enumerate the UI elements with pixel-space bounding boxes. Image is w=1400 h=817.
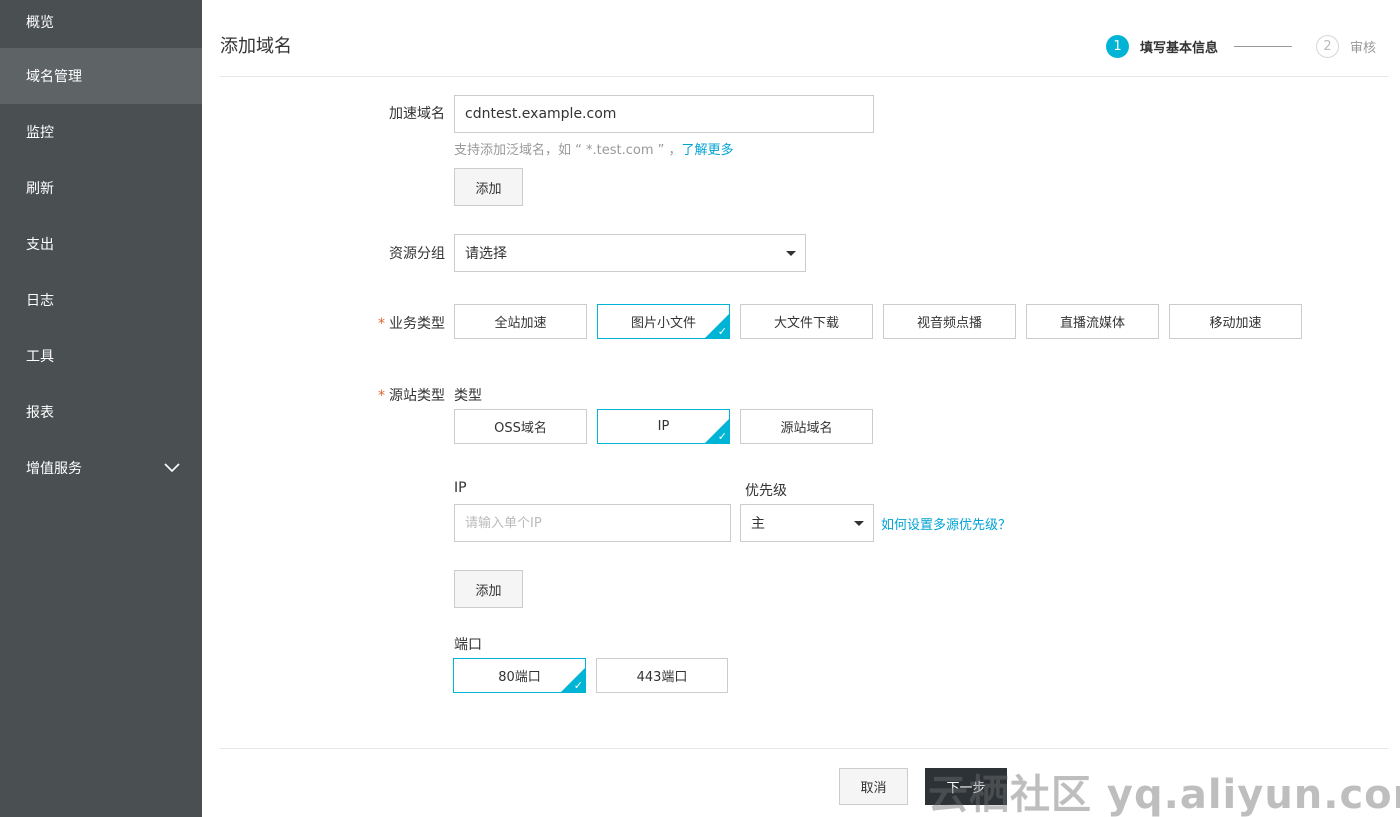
port-option-80[interactable]: 80端口 ✓ [453,658,586,693]
sidebar-item-reports[interactable]: 报表 [0,384,202,440]
required-mark: * [378,316,385,332]
sidebar-item-label: 刷新 [26,181,54,197]
sidebar-item-value-added-services[interactable]: 增值服务 [0,440,202,496]
sidebar: 概览 域名管理 监控 刷新 支出 日志 工具 报表 增值服务 [0,0,202,817]
chevron-down-icon[interactable] [164,459,180,475]
sidebar-item-label: 日志 [26,293,54,309]
priority-value: 主 [751,516,765,532]
resource-group-select[interactable]: 请选择 [454,234,806,272]
header-divider [220,76,1388,77]
page-title: 添加域名 [220,36,292,57]
port-options: 80端口 ✓ 443端口 [453,658,738,693]
sidebar-item-label: 域名管理 [26,69,82,85]
learn-more-link[interactable]: 了解更多 [682,143,734,158]
add-domain-button[interactable]: 添加 [454,168,523,206]
check-icon: ✓ [573,679,583,692]
resource-group-label: 资源分组 [389,246,445,262]
step-number-1: 1 [1105,35,1129,58]
type-sublabel: 类型 [454,388,482,404]
option-label: 移动加速 [1209,316,1262,331]
business-type-option-mobile[interactable]: 移动加速 [1169,304,1302,339]
required-mark: * [378,388,385,404]
origin-type-label: * 源站类型 [378,385,445,405]
option-label: 视音频点播 [916,316,982,331]
check-icon: ✓ [717,325,727,338]
option-label: 图片小文件 [630,316,696,331]
step-number-2: 2 [1315,35,1339,58]
sidebar-item-label: 监控 [26,125,54,141]
sidebar-item-refresh[interactable]: 刷新 [0,160,202,216]
port-label: 端口 [454,637,482,653]
business-type-label-text: 业务类型 [389,316,445,332]
footer-divider [220,748,1388,749]
option-label: 全站加速 [494,316,547,331]
step-indicator: 1 填写基本信息 2 审核 [1105,35,1376,58]
business-type-option-live-streaming[interactable]: 直播流媒体 [1026,304,1159,339]
add-origin-button[interactable]: 添加 [454,570,523,608]
port-option-443[interactable]: 443端口 [596,658,728,693]
option-label: 大文件下载 [773,316,839,331]
origin-type-options: OSS域名 IP ✓ 源站域名 [454,409,883,444]
business-type-option-vod[interactable]: 视音频点播 [883,304,1016,339]
origin-type-label-text: 源站类型 [389,388,445,404]
origin-type-option-ip[interactable]: IP ✓ [597,409,730,444]
caret-down-icon [786,251,796,256]
ip-input[interactable] [454,504,731,542]
cancel-button[interactable]: 取消 [839,768,908,805]
priority-help-link[interactable]: 如何设置多源优先级？ [881,514,1011,533]
option-label: 80端口 [498,670,541,685]
sidebar-item-domain-management[interactable]: 域名管理 [0,48,202,104]
ip-label: IP [454,480,467,496]
sidebar-item-overview[interactable]: 概览 [0,0,202,48]
option-label: IP [657,419,670,434]
business-type-option-full-site[interactable]: 全站加速 [454,304,587,339]
option-label: 直播流媒体 [1059,316,1125,331]
domain-label: 加速域名 [389,106,445,122]
business-type-options: 全站加速 图片小文件 ✓ 大文件下载 视音频点播 直播流媒体 移动加速 [454,304,1312,339]
domain-input[interactable] [454,95,874,133]
sidebar-item-label: 增值服务 [26,461,82,477]
option-label: 443端口 [636,670,688,685]
step-connector [1233,46,1292,47]
sidebar-item-label: 支出 [26,237,54,253]
option-label: OSS域名 [494,421,547,436]
sidebar-item-billing[interactable]: 支出 [0,216,202,272]
resource-group-value: 请选择 [465,246,507,262]
business-type-option-image-small-file[interactable]: 图片小文件 ✓ [597,304,730,339]
sidebar-item-label: 概览 [26,15,54,31]
caret-down-icon [854,521,864,526]
check-icon: ✓ [717,430,727,443]
sidebar-item-label: 工具 [26,349,54,365]
sidebar-item-logs[interactable]: 日志 [0,272,202,328]
step-label-basic-info: 填写基本信息 [1139,41,1218,56]
origin-type-option-origin-domain[interactable]: 源站域名 [740,409,873,444]
priority-select[interactable]: 主 [740,504,874,542]
step-label-review: 审核 [1349,41,1376,56]
business-type-option-large-file[interactable]: 大文件下载 [740,304,873,339]
domain-hint-text: 支持添加泛域名，如 “ *.test.com ” ， [454,143,682,158]
origin-type-option-oss[interactable]: OSS域名 [454,409,587,444]
sidebar-item-label: 报表 [26,405,54,421]
priority-label: 优先级 [745,483,787,499]
option-label: 源站域名 [780,421,833,436]
next-step-button[interactable]: 下一步 [925,768,1007,805]
domain-hint: 支持添加泛域名，如 “ *.test.com ” ，了解更多 [454,139,734,158]
sidebar-item-monitoring[interactable]: 监控 [0,104,202,160]
sidebar-item-tools[interactable]: 工具 [0,328,202,384]
business-type-label: * 业务类型 [378,313,445,333]
